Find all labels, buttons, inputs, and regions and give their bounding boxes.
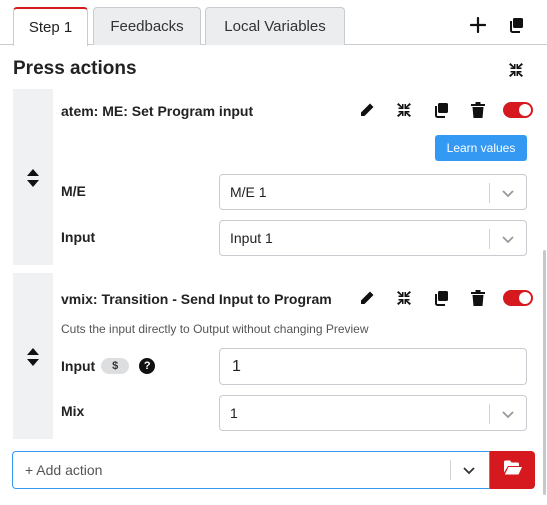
copy-icon[interactable]	[504, 13, 528, 37]
action-body: atem: ME: Set Program input Learn values…	[53, 89, 535, 265]
select-value: Input 1	[230, 230, 273, 246]
action-card: vmix: Transition - Send Input to Program…	[13, 273, 535, 439]
me-select[interactable]: M/E 1	[219, 174, 527, 210]
copy-icon[interactable]	[430, 99, 452, 121]
action-title: vmix: Transition - Send Input to Program	[61, 291, 332, 307]
input-text-field[interactable]: 1	[219, 348, 527, 385]
mix-select[interactable]: 1	[219, 395, 527, 431]
compress-icon[interactable]	[393, 287, 415, 309]
pencil-icon[interactable]	[356, 287, 378, 309]
compress-icon[interactable]	[393, 99, 415, 121]
tab-local-variables[interactable]: Local Variables	[205, 7, 345, 45]
select-value: M/E 1	[230, 184, 267, 200]
pencil-icon[interactable]	[356, 99, 378, 121]
trash-icon[interactable]	[467, 287, 489, 309]
action-card: atem: ME: Set Program input Learn values…	[13, 89, 535, 265]
chevron-down-icon	[461, 462, 477, 478]
action-toolbar	[341, 99, 533, 121]
action-body: vmix: Transition - Send Input to Program…	[53, 273, 535, 439]
variable-badge[interactable]: $	[101, 358, 130, 374]
drag-handle-icon[interactable]	[25, 347, 41, 367]
enable-toggle[interactable]	[503, 290, 533, 306]
tab-step-1[interactable]: Step 1	[13, 7, 88, 46]
chevron-down-icon	[500, 185, 516, 201]
field-label-me: M/E	[61, 183, 86, 199]
tab-label: Step 1	[28, 19, 73, 36]
add-action-placeholder: + Add action	[25, 462, 103, 478]
chevron-down-icon	[500, 231, 516, 247]
action-description: Cuts the input directly to Output withou…	[61, 322, 369, 336]
learn-values-button[interactable]: Learn values	[435, 135, 527, 161]
compress-icon[interactable]	[504, 59, 528, 81]
tab-feedbacks[interactable]: Feedbacks	[93, 7, 201, 45]
field-label-text: Input	[61, 358, 96, 374]
tab-label: Local Variables	[224, 18, 326, 35]
field-label-mix: Mix	[61, 403, 85, 419]
folder-open-icon	[503, 460, 522, 480]
select-value: 1	[230, 405, 238, 421]
field-label-input: Input	[61, 229, 96, 245]
tab-bar: Step 1 Feedbacks Local Variables	[0, 0, 547, 46]
action-toolbar	[341, 287, 533, 309]
field-label-input: Input $ ?	[61, 358, 156, 374]
input-select[interactable]: Input 1	[219, 220, 527, 256]
drag-handle-icon[interactable]	[25, 168, 41, 188]
chevron-down-icon	[500, 406, 516, 422]
add-action-select[interactable]: + Add action	[12, 451, 490, 489]
tab-label: Feedbacks	[110, 18, 184, 35]
section-title: Press actions	[13, 58, 137, 79]
browse-actions-button[interactable]	[490, 451, 535, 489]
action-title: atem: ME: Set Program input	[61, 103, 254, 119]
trash-icon[interactable]	[467, 99, 489, 121]
scrollbar[interactable]	[543, 250, 546, 495]
plus-icon[interactable]	[466, 13, 490, 37]
copy-icon[interactable]	[430, 287, 452, 309]
enable-toggle[interactable]	[503, 102, 533, 118]
help-icon[interactable]: ?	[139, 358, 156, 374]
